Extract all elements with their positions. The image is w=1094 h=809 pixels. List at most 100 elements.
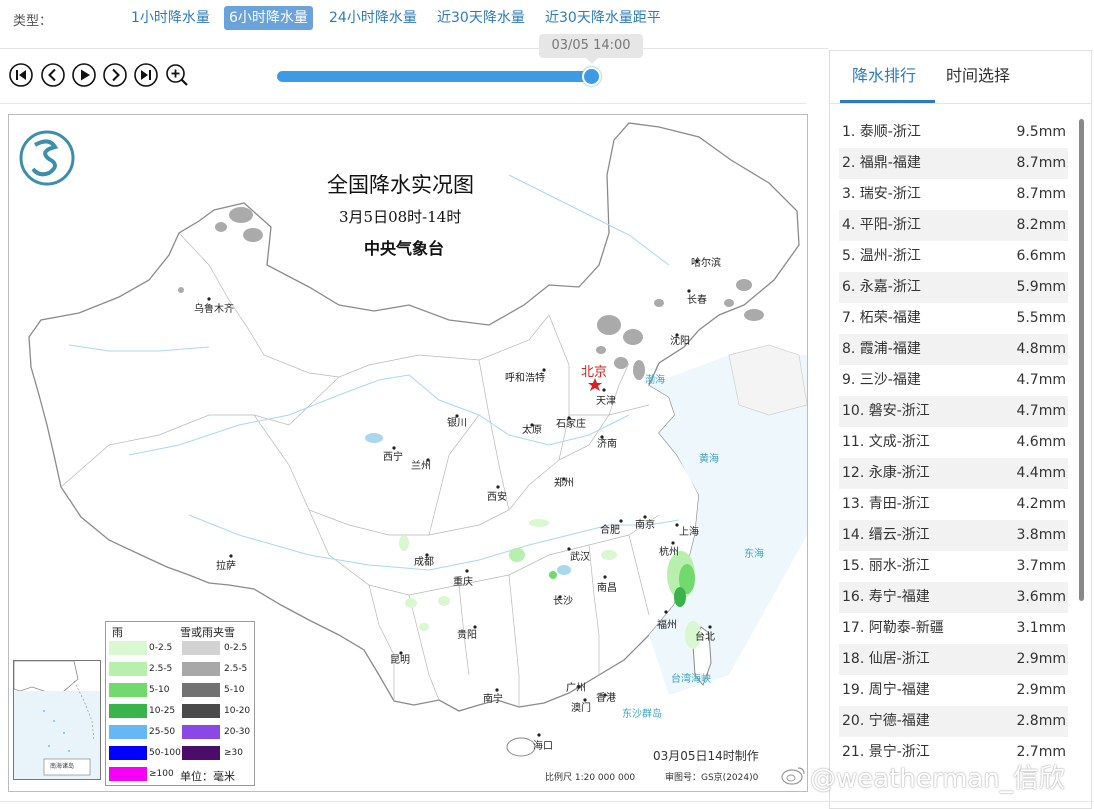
city-label: 成都 [414,557,434,568]
legend-swatch [182,746,220,760]
precip-value: 8.7mm [1016,155,1066,171]
station-name: 17. 阿勒泰-新疆 [842,620,944,636]
ranking-row[interactable]: 19. 周宁-福建 2.9mm [839,675,1068,706]
ranking-row[interactable]: 10. 磐安-浙江 4.7mm [839,396,1068,427]
time-slider-handle[interactable] [582,67,601,86]
precip-value: 3.1mm [1016,620,1066,636]
station-name: 2. 福鼎-福建 [842,155,921,171]
legend-label: 5-10 [149,685,170,695]
tab-1h-precip[interactable]: 1小时降水量 [126,6,215,30]
city-label: 台北 [695,632,715,643]
ranking-row[interactable]: 7. 柘荣-福建 5.5mm [839,303,1068,334]
zoom-in-icon[interactable] [165,63,189,87]
next-frame-icon[interactable] [103,63,127,87]
city-label: 拉萨 [216,561,236,572]
precip-value: 8.2mm [1016,217,1066,233]
city-label: 西宁 [383,452,403,463]
station-name: 13. 青田-浙江 [842,496,930,512]
city-label: 西安 [487,492,507,503]
city-label: 呼和浩特 [505,373,545,384]
precip-value: 3.8mm [1016,527,1066,543]
station-name: 16. 寿宁-福建 [842,589,930,605]
legend-rain-title: 雨 [112,626,123,639]
city-label: 南宁 [483,694,503,705]
city-label: 济南 [597,439,617,450]
legend-snow-title: 雪或雨夹雪 [180,626,235,639]
ranking-row[interactable]: 5. 温州-浙江 6.6mm [839,241,1068,272]
map-title: 全国降水实况图 [327,173,474,197]
city-label: 武汉 [570,552,590,563]
tab-30d-anomaly[interactable]: 近30天降水量距平 [540,6,666,30]
ranking-row[interactable]: 4. 平阳-浙江 8.2mm [839,210,1068,241]
inset-label: 南海诸岛 [50,763,75,770]
precip-value: 6.6mm [1016,248,1066,264]
station-name: 9. 三沙-福建 [842,372,921,388]
tab-6h-precip[interactable]: 6小时降水量 [224,6,313,30]
precip-value: 4.7mm [1016,372,1066,388]
city-label: 北京 [581,365,608,380]
station-name: 1. 泰顺-浙江 [842,124,921,140]
first-frame-icon[interactable] [9,63,33,87]
scrollbar[interactable] [1079,119,1084,601]
city-label: 长沙 [553,596,573,607]
precip-value: 2.8mm [1016,713,1066,729]
approval-number: 审图号：GS京(2024)0 [665,773,759,783]
sea-label: 东海 [744,549,764,560]
legend-label: 25-50 [149,727,176,737]
legend-label: 0-2.5 [149,643,173,653]
ranking-row[interactable]: 16. 寿宁-福建 3.6mm [839,582,1068,613]
station-name: 5. 温州-浙江 [842,248,921,264]
ranking-row[interactable]: 9. 三沙-福建 4.7mm [839,365,1068,396]
city-label: 太原 [522,425,542,436]
city-label: 天津 [596,396,616,407]
map-source: 中央气象台 [364,239,445,258]
last-frame-icon[interactable] [134,63,158,87]
precip-value: 8.7mm [1016,186,1066,202]
station-name: 19. 周宁-福建 [842,682,930,698]
city-label: 沈阳 [670,336,690,347]
ranking-row[interactable]: 15. 丽水-浙江 3.7mm [839,551,1068,582]
station-name: 6. 永嘉-浙江 [842,279,921,295]
precip-value: 4.6mm [1016,434,1066,450]
ranking-row[interactable]: 6. 永嘉-浙江 5.9mm [839,272,1068,303]
city-label: 海口 [533,741,553,752]
tabs-divider [830,103,1091,104]
precip-value: 2.9mm [1016,651,1066,667]
legend-swatch [109,704,147,718]
station-name: 3. 瑞安-浙江 [842,186,921,202]
legend-swatch [109,746,147,760]
ranking-row[interactable]: 2. 福鼎-福建 8.7mm [839,148,1068,179]
legend-swatch [109,767,147,781]
time-slider-track[interactable] [277,71,593,82]
ranking-row[interactable]: 11. 文成-浙江 4.6mm [839,427,1068,458]
ranking-row[interactable]: 8. 霞浦-福建 4.8mm [839,334,1068,365]
station-name: 15. 丽水-浙江 [842,558,930,574]
legend-label: 0-2.5 [224,643,248,653]
precip-value: 4.7mm [1016,403,1066,419]
station-name: 20. 宁德-福建 [842,713,930,729]
tab-30d-precip[interactable]: 近30天降水量 [432,6,530,30]
station-name: 14. 缙云-浙江 [842,527,930,543]
watermark-text: @weatherman_信欣 [810,764,1065,794]
ranking-row[interactable]: 14. 缙云-浙江 3.8mm [839,520,1068,551]
tab-24h-precip[interactable]: 24小时降水量 [324,6,422,30]
station-name: 8. 霞浦-福建 [842,341,921,357]
prev-frame-icon[interactable] [41,63,65,87]
city-label: 广州 [566,683,586,694]
tab-precip-ranking[interactable]: 降水排行 [852,65,916,87]
precip-value: 4.8mm [1016,341,1066,357]
city-label: 郑州 [554,478,574,489]
south-china-sea-inset: 南海诸岛 [13,660,101,780]
play-icon[interactable] [72,63,96,87]
divider [0,103,806,104]
ranking-row[interactable]: 1. 泰顺-浙江 9.5mm [839,117,1068,148]
ranking-row[interactable]: 20. 宁德-福建 2.8mm [839,706,1068,737]
ranking-row[interactable]: 3. 瑞安-浙江 8.7mm [839,179,1068,210]
legend-swatch [182,662,220,676]
tab-time-select[interactable]: 时间选择 [946,65,1010,87]
ranking-row[interactable]: 13. 青田-浙江 4.2mm [839,489,1068,520]
ranking-row[interactable]: 18. 仙居-浙江 2.9mm [839,644,1068,675]
ranking-row[interactable]: 17. 阿勒泰-新疆 3.1mm [839,613,1068,644]
ranking-row[interactable]: 12. 永康-浙江 4.4mm [839,458,1068,489]
time-tooltip: 03/05 14:00 [539,34,643,64]
